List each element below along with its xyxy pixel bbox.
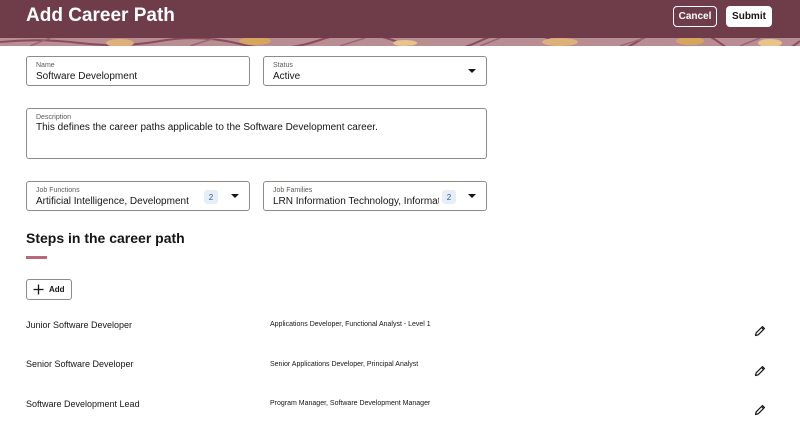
section-title: Steps in the career path	[26, 230, 185, 246]
cancel-button[interactable]: Cancel	[673, 6, 717, 27]
chevron-down-icon[interactable]	[468, 194, 476, 198]
add-step-label: Add	[49, 285, 65, 294]
job-functions-select[interactable]: Job Functions Artificial Intelligence, D…	[26, 181, 250, 211]
job-families-value: LRN Information Technology, Information …	[273, 196, 439, 207]
submit-button[interactable]: Submit	[726, 6, 772, 27]
step-jobs: Senior Applications Developer, Principal…	[270, 361, 419, 368]
description-field-label: Description	[36, 114, 72, 121]
job-families-count-badge: 2	[442, 190, 456, 204]
job-functions-label: Job Functions	[36, 187, 80, 194]
page-title: Add Career Path	[26, 5, 175, 26]
job-functions-value: Artificial Intelligence, Development	[36, 196, 189, 207]
page-header: Add Career Path Cancel Submit	[0, 0, 800, 38]
edit-step-button[interactable]	[754, 404, 766, 416]
step-jobs: Program Manager, Software Development Ma…	[270, 400, 431, 407]
description-field-value[interactable]: This defines the career paths applicable…	[36, 122, 476, 133]
step-name: Junior Software Developer	[26, 320, 133, 330]
step-name: Senior Software Developer	[26, 359, 134, 369]
job-families-select[interactable]: Job Families LRN Information Technology,…	[263, 181, 487, 211]
job-families-label: Job Families	[273, 187, 313, 194]
add-step-button[interactable]: Add	[26, 279, 72, 300]
status-select[interactable]: Status Active	[263, 56, 487, 86]
edit-step-button[interactable]	[754, 325, 766, 337]
chevron-down-icon[interactable]	[231, 194, 239, 198]
status-select-value: Active	[273, 71, 301, 82]
section-title-underline	[26, 256, 47, 259]
description-field[interactable]: Description This defines the career path…	[26, 108, 487, 159]
decorative-banner	[0, 38, 800, 46]
step-jobs: Applications Developer, Functional Analy…	[270, 321, 431, 328]
plus-icon	[33, 284, 44, 295]
name-field[interactable]: Name Software Development	[26, 56, 250, 86]
status-select-label: Status	[273, 62, 293, 69]
name-field-label: Name	[36, 62, 55, 69]
edit-step-button[interactable]	[754, 365, 766, 377]
chevron-down-icon[interactable]	[468, 69, 476, 73]
job-functions-count-badge: 2	[204, 190, 218, 204]
name-field-value[interactable]: Software Development	[36, 71, 241, 82]
step-name: Software Development Lead	[26, 399, 140, 409]
